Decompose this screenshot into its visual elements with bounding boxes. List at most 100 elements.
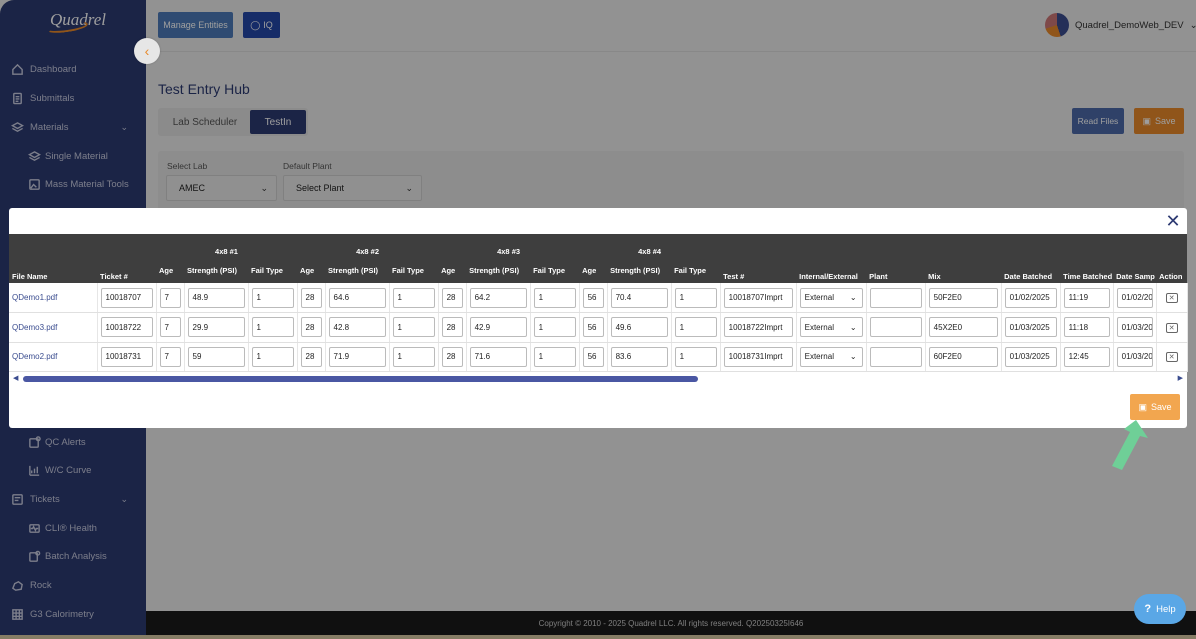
internal-external-select[interactable]: External ⌄ (799, 317, 863, 338)
date-sampled-input[interactable]: 01/02/20 (1116, 287, 1153, 308)
col-strength: Strength (PSI) (466, 258, 531, 283)
cell: 7 (156, 342, 185, 372)
fail-type-input[interactable]: 1 (674, 346, 717, 367)
plant-input[interactable] (869, 287, 922, 308)
cell: 28 (438, 342, 467, 372)
time-batched-input[interactable]: 11:19 (1063, 287, 1110, 308)
age-input[interactable]: 28 (441, 317, 463, 338)
test-number-input[interactable]: 10018722Imprt (723, 317, 793, 338)
cell: 60F2E0 (925, 342, 1002, 372)
question-icon: ? (1144, 603, 1152, 615)
col-plant: Plant (866, 234, 926, 283)
cell: 83.6 (607, 342, 672, 372)
internal-external-value: External (804, 322, 834, 332)
fail-type-input[interactable]: 1 (392, 317, 435, 338)
age-input[interactable]: 28 (300, 317, 322, 338)
fail-type-input[interactable]: 1 (392, 287, 435, 308)
chevron-down-icon: ⌄ (849, 293, 857, 302)
cell (866, 283, 926, 313)
cell: 48.9 (184, 283, 249, 313)
fail-type-input[interactable]: 1 (533, 287, 576, 308)
age-input[interactable]: 28 (441, 287, 463, 308)
strength-input[interactable]: 71.9 (328, 346, 386, 367)
cell: 10018731 (97, 342, 157, 372)
age-input[interactable]: 56 (582, 317, 604, 338)
cell: 50F2E0 (925, 283, 1002, 313)
date-sampled-input[interactable]: 01/03/20 (1116, 346, 1153, 367)
mix-input[interactable]: 45X2E0 (928, 317, 998, 338)
col-fail-type: Fail Type (248, 258, 298, 283)
save-label: Save (1151, 402, 1172, 412)
test-number-input[interactable]: 10018707Imprt (723, 287, 793, 308)
cell: 56 (579, 283, 608, 313)
scroll-right-icon[interactable]: ▶ (1178, 374, 1183, 382)
cell: 12:45 (1060, 342, 1114, 372)
strength-input[interactable]: 48.9 (187, 287, 245, 308)
test-number-input[interactable]: 10018731Imprt (723, 346, 793, 367)
strength-input[interactable]: 64.6 (328, 287, 386, 308)
col-test: Test # (720, 234, 797, 283)
scroll-left-icon[interactable]: ◀ (13, 374, 18, 382)
plant-input[interactable] (869, 317, 922, 338)
chevron-down-icon: ⌄ (849, 352, 857, 362)
fail-type-input[interactable]: 1 (533, 317, 576, 338)
fail-type-input[interactable]: 1 (533, 346, 576, 367)
date-batched-input[interactable]: 01/02/2025 (1004, 287, 1057, 308)
fail-type-input[interactable]: 1 (674, 317, 717, 338)
strength-input[interactable]: 42.8 (328, 317, 386, 338)
fail-type-input[interactable]: 1 (251, 346, 294, 367)
delete-row-icon[interactable]: ✕ (1165, 352, 1178, 363)
ticket-input[interactable]: 10018731 (100, 346, 153, 367)
horizontal-scrollbar[interactable]: ◀ ▶ (9, 374, 1187, 384)
strength-input[interactable]: 59 (187, 346, 245, 367)
fail-type-input[interactable]: 1 (392, 346, 435, 367)
time-batched-input[interactable]: 11:18 (1063, 317, 1110, 338)
age-input[interactable]: 28 (300, 346, 322, 367)
strength-input[interactable]: 64.2 (469, 287, 527, 308)
chevron-left-icon: ‹ (144, 43, 150, 59)
ticket-input[interactable]: 10018707 (100, 287, 153, 308)
internal-external-select[interactable]: External ⌄ (799, 346, 863, 367)
internal-external-select[interactable]: External ⌄ (799, 287, 863, 308)
strength-input[interactable]: 70.4 (610, 287, 668, 308)
fail-type-input[interactable]: 1 (251, 287, 294, 308)
mix-input[interactable]: 50F2E0 (928, 287, 998, 308)
ticket-input[interactable]: 10018722 (100, 317, 153, 338)
date-batched-input[interactable]: 01/03/2025 (1004, 346, 1057, 367)
age-input[interactable]: 7 (159, 287, 181, 308)
cell: 42.9 (466, 312, 531, 343)
mix-input[interactable]: 60F2E0 (928, 346, 998, 367)
fail-type-input[interactable]: 1 (251, 317, 294, 338)
strength-input[interactable]: 42.9 (469, 317, 527, 338)
delete-row-icon[interactable]: ✕ (1165, 322, 1178, 333)
cell (866, 342, 926, 372)
strength-input[interactable]: 83.6 (610, 346, 668, 367)
plant-input[interactable] (869, 346, 922, 367)
date-batched-input[interactable]: 01/03/2025 (1004, 317, 1057, 338)
fail-type-input[interactable]: 1 (674, 287, 717, 308)
cell: 01/02/20 (1113, 283, 1157, 313)
cell: 7 (156, 312, 185, 343)
cell: 70.4 (607, 283, 672, 313)
col-time-batched: Time Batched (1060, 234, 1114, 283)
help-button[interactable]: ? Help (1134, 594, 1186, 624)
collapse-sidebar-button[interactable]: ‹ (134, 38, 160, 64)
age-input[interactable]: 7 (159, 317, 181, 338)
cell: 10018722Imprt (720, 312, 797, 343)
cell: 29.9 (184, 312, 249, 343)
table-row: QDemo3.pdf 10018722 7 29.9 1 28 42.8 1 28 42.9 1 56… (9, 312, 1188, 343)
strength-input[interactable]: 29.9 (187, 317, 245, 338)
time-batched-input[interactable]: 12:45 (1063, 346, 1110, 367)
age-input[interactable]: 7 (159, 346, 181, 367)
age-input[interactable]: 28 (441, 346, 463, 367)
date-sampled-input[interactable]: 01/03/20 (1116, 317, 1153, 338)
delete-row-icon[interactable]: ✕ (1165, 293, 1178, 303)
close-icon[interactable]: ✕ (1164, 212, 1182, 230)
cell: 10018707Imprt (720, 283, 797, 313)
age-input[interactable]: 56 (582, 287, 604, 308)
strength-input[interactable]: 71.6 (469, 346, 527, 367)
age-input[interactable]: 28 (300, 287, 322, 308)
age-input[interactable]: 56 (582, 346, 604, 367)
scrollbar-thumb[interactable] (23, 376, 698, 382)
strength-input[interactable]: 49.6 (610, 317, 668, 338)
